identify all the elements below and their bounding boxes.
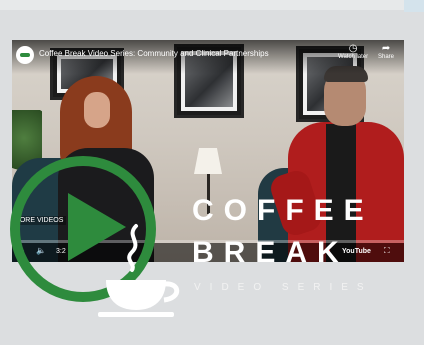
video-title[interactable]: Coffee Break Video Series: Community and… xyxy=(39,49,269,58)
corner-block xyxy=(404,0,424,12)
share-arrow-icon: ➦ xyxy=(381,43,391,54)
series-subtitle: VIDEO SERIES xyxy=(194,282,373,293)
top-band xyxy=(0,0,424,10)
fullscreen-icon[interactable]: ⛶ xyxy=(384,246,390,256)
coffee-break-logo-icon[interactable] xyxy=(16,46,34,64)
share-label: Share xyxy=(378,54,395,60)
video-title-bar: Coffee Break Video Series: Community and… xyxy=(12,40,404,74)
clock-icon: ◷ xyxy=(348,43,358,54)
interviewer-face xyxy=(84,92,110,128)
watch-later-label: Watch later xyxy=(338,54,369,60)
watch-later-button[interactable]: ◷ Watch later xyxy=(338,43,369,61)
coffee-cup-icon xyxy=(98,224,180,317)
share-button[interactable]: ➦ Share xyxy=(378,43,395,61)
coffee-word: COFFEE xyxy=(192,194,374,227)
break-word: BREAK xyxy=(192,236,349,269)
